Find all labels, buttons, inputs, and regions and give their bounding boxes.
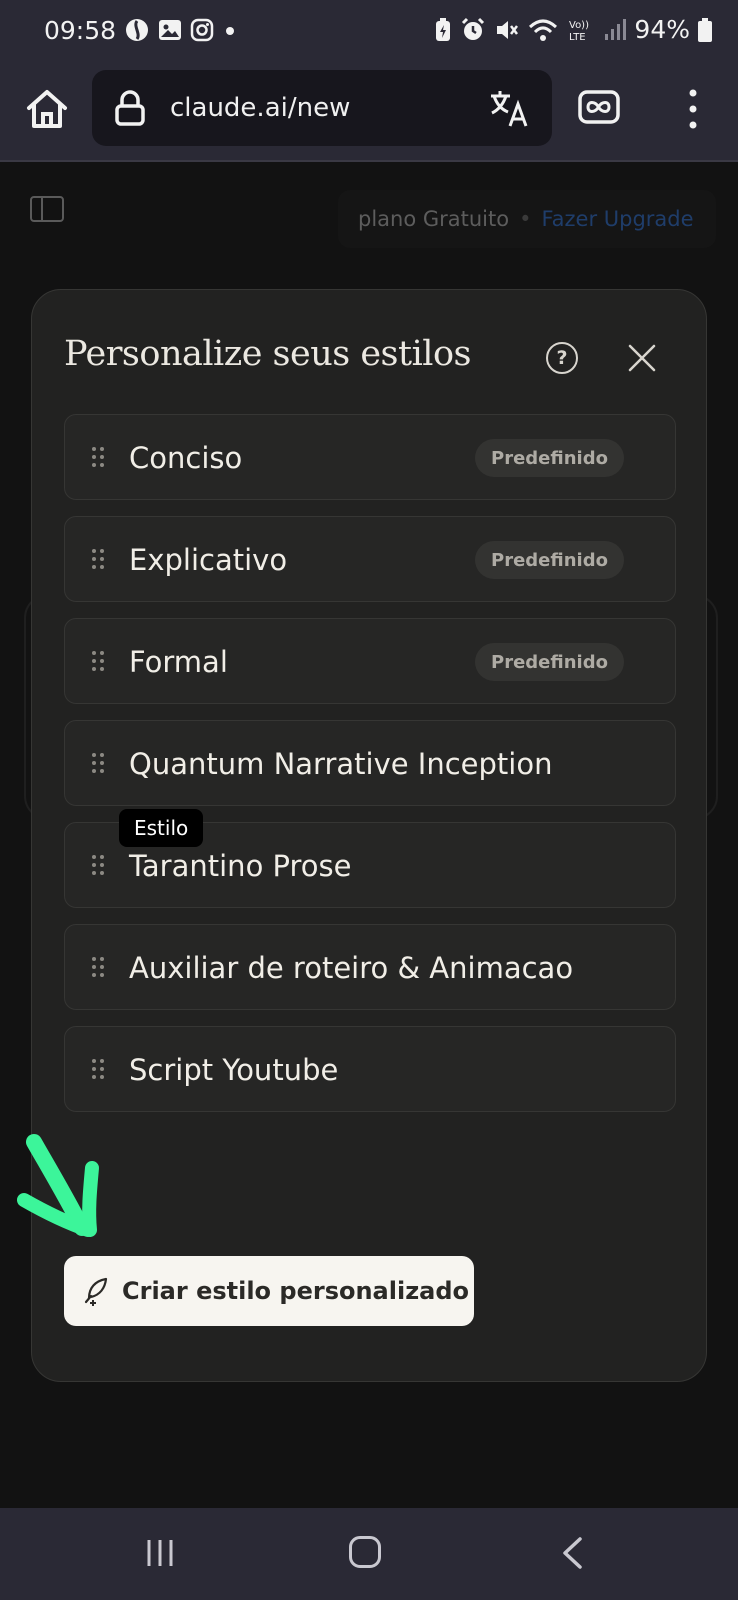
plan-label: plano Gratuito xyxy=(358,207,510,231)
drag-handle-icon[interactable] xyxy=(91,1058,105,1080)
threads-icon xyxy=(126,19,148,41)
preset-badge: Predefinido xyxy=(475,643,624,681)
drag-handle-icon[interactable] xyxy=(91,854,105,876)
browser-toolbar: claude.ai/new xyxy=(0,62,738,162)
back-icon[interactable] xyxy=(560,1536,584,1570)
style-item-explicativo[interactable]: Explicativo Predefinido xyxy=(64,516,676,602)
home-icon[interactable] xyxy=(24,86,70,132)
drag-handle-icon[interactable] xyxy=(91,548,105,570)
style-item-formal[interactable]: Formal Predefinido xyxy=(64,618,676,704)
status-left-icons xyxy=(124,17,238,43)
create-custom-style-button[interactable]: Criar estilo personalizado xyxy=(64,1256,474,1326)
style-name: Formal xyxy=(129,645,228,679)
style-name: Explicativo xyxy=(129,543,288,577)
plan-banner[interactable]: plano Gratuito • Fazer Upgrade xyxy=(338,190,716,248)
wifi-icon xyxy=(529,19,558,41)
preset-badge: Predefinido xyxy=(475,439,624,477)
address-bar[interactable]: claude.ai/new xyxy=(92,70,552,146)
status-right-icons: Vo)) LTE 94% xyxy=(434,15,712,44)
home-button-icon[interactable] xyxy=(349,1536,381,1568)
status-time: 09:58 xyxy=(44,16,117,45)
browser-chrome: 09:58 Vo)) LTE 94% claude.ai/new xyxy=(0,0,738,162)
status-bar: 09:58 Vo)) LTE 94% xyxy=(0,0,738,62)
url-text: claude.ai/new xyxy=(170,93,351,123)
signal-icon xyxy=(605,18,627,40)
battery-saver-icon xyxy=(436,17,451,41)
style-item-auxiliar-de-roteiro[interactable]: Auxiliar de roteiro & Animacao xyxy=(64,924,676,1010)
create-button-label: Criar estilo personalizado xyxy=(122,1277,470,1305)
drag-handle-icon[interactable] xyxy=(91,650,105,672)
style-list: Conciso Predefinido Explicativo Predefin… xyxy=(64,414,676,1128)
tab-switcher-icon[interactable] xyxy=(578,90,620,124)
style-name: Auxiliar de roteiro & Animacao xyxy=(129,951,574,985)
style-item-script-youtube[interactable]: Script Youtube xyxy=(64,1026,676,1112)
annotation-arrow-icon xyxy=(17,1134,99,1237)
instagram-icon xyxy=(190,18,214,42)
separator-dot: • xyxy=(519,207,532,231)
modal-title: Personalize seus estilos xyxy=(64,334,472,374)
battery-percent: 94% xyxy=(634,15,690,44)
translate-icon[interactable] xyxy=(488,88,530,130)
style-name: Conciso xyxy=(129,441,243,475)
close-icon[interactable] xyxy=(626,342,658,374)
gallery-icon xyxy=(159,20,181,40)
style-name: Quantum Narrative Inception xyxy=(129,747,553,781)
style-name: Script Youtube xyxy=(129,1053,339,1087)
upgrade-link[interactable]: Fazer Upgrade xyxy=(542,207,694,231)
feather-plus-icon xyxy=(84,1277,108,1306)
recent-apps-icon[interactable] xyxy=(145,1538,175,1568)
drag-handle-icon[interactable] xyxy=(91,752,105,774)
android-nav-bar xyxy=(0,1508,738,1600)
mute-icon xyxy=(497,20,519,39)
alarm-icon xyxy=(462,17,485,40)
style-name: Tarantino Prose xyxy=(129,849,352,883)
sidebar-toggle-icon[interactable] xyxy=(30,196,64,222)
battery-icon xyxy=(698,17,712,42)
svg-text:Vo)): Vo)) xyxy=(569,20,589,31)
drag-handle-icon[interactable] xyxy=(91,956,105,978)
style-item-quantum-narrative-inception[interactable]: Quantum Narrative Inception xyxy=(64,720,676,806)
more-options-icon[interactable] xyxy=(682,88,704,130)
styles-modal: Personalize seus estilos ? Conciso Prede… xyxy=(31,289,707,1382)
dot-icon xyxy=(226,27,234,35)
drag-tooltip: Estilo xyxy=(119,809,204,847)
preset-badge: Predefinido xyxy=(475,541,624,579)
help-icon[interactable]: ? xyxy=(546,342,578,374)
lock-icon xyxy=(115,90,145,126)
style-item-conciso[interactable]: Conciso Predefinido xyxy=(64,414,676,500)
drag-handle-icon[interactable] xyxy=(91,446,105,468)
volte-icon: Vo))LTE xyxy=(569,20,589,43)
svg-text:LTE: LTE xyxy=(569,32,586,43)
